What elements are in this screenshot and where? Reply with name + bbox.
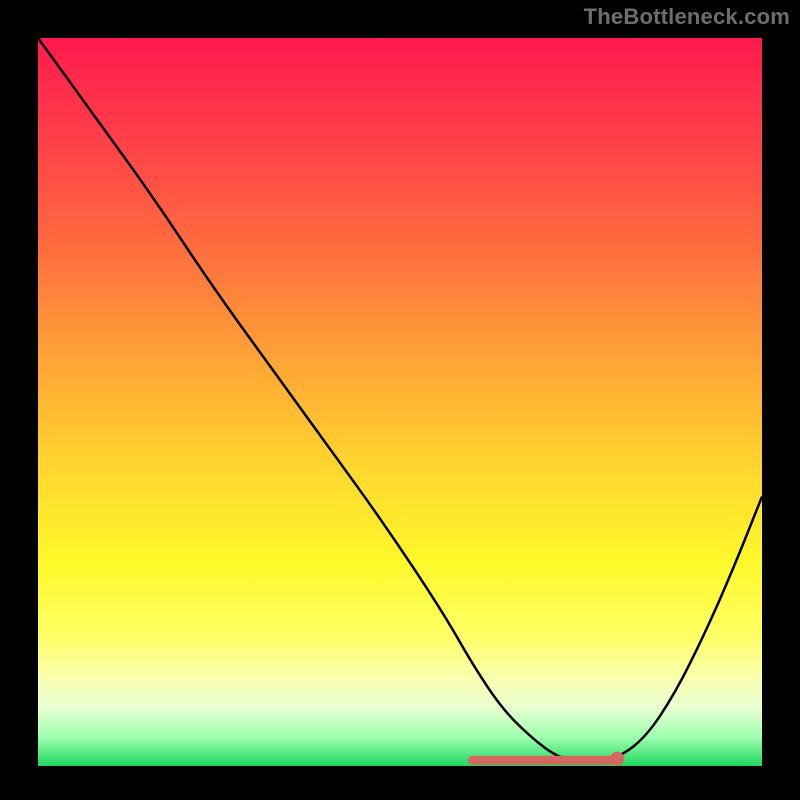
plot-area xyxy=(38,38,762,766)
chart-stage: TheBottleneck.com xyxy=(0,0,800,800)
watermark-text: TheBottleneck.com xyxy=(584,6,790,28)
bottleneck-curve xyxy=(38,38,762,761)
curve-layer xyxy=(38,38,762,766)
marker-dot xyxy=(610,752,624,766)
